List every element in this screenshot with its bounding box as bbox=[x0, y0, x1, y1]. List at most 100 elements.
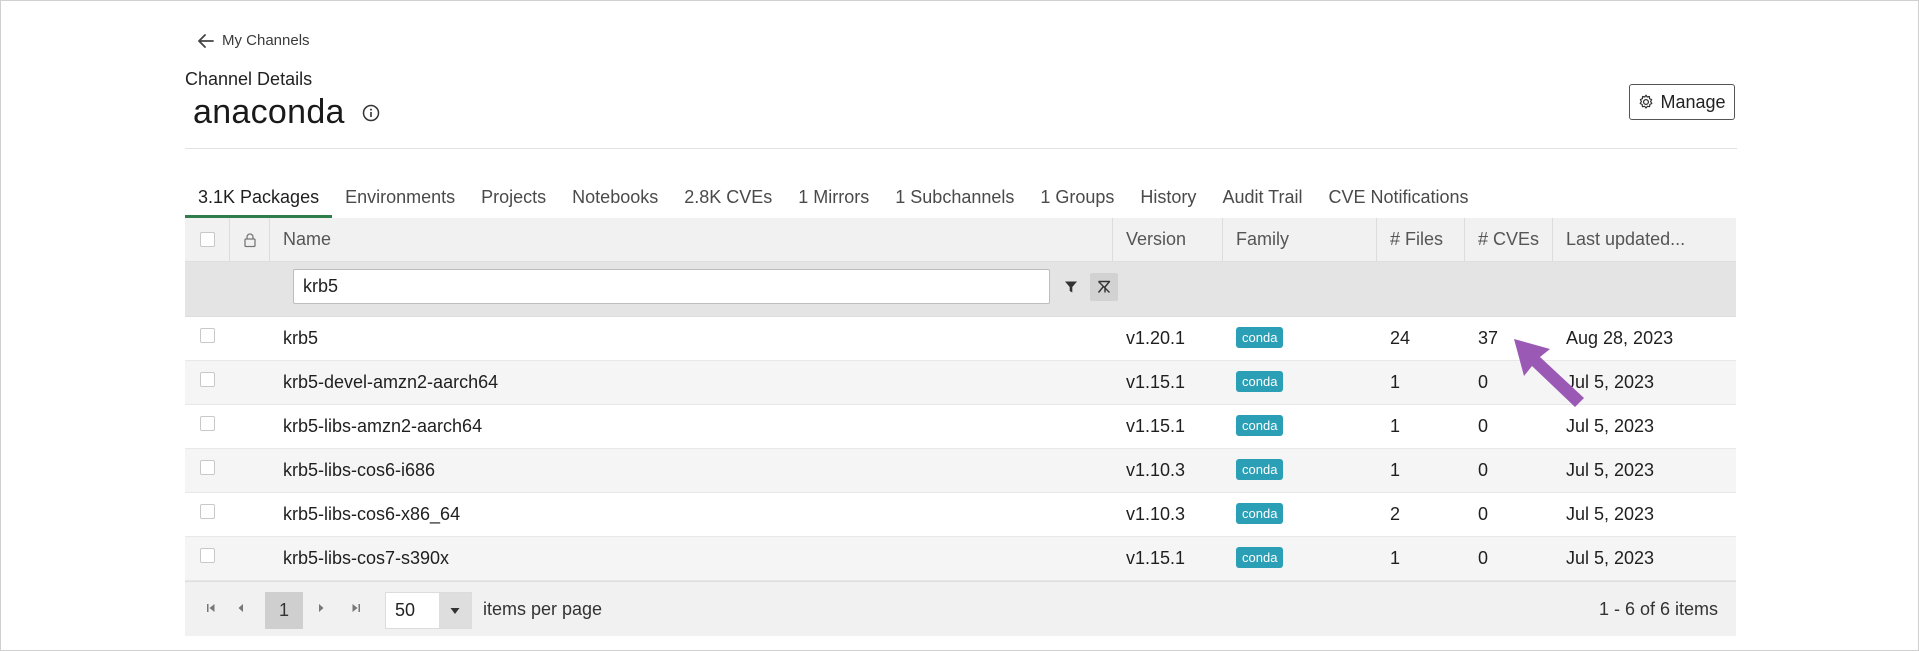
row-lock-cell bbox=[230, 449, 270, 492]
title-row: anaconda bbox=[193, 93, 381, 132]
row-checkbox[interactable] bbox=[200, 328, 215, 343]
row-lock-cell bbox=[230, 317, 270, 360]
items-per-page-label: items per page bbox=[483, 598, 603, 619]
package-name[interactable]: krb5 bbox=[270, 317, 1113, 360]
family-cell: conda bbox=[1223, 449, 1377, 492]
row-checkbox[interactable] bbox=[200, 416, 215, 431]
row-select-cell bbox=[185, 537, 230, 580]
column-header-updated[interactable]: Last updated... bbox=[1553, 218, 1736, 261]
name-filter-input[interactable] bbox=[293, 269, 1050, 304]
manage-button[interactable]: Manage bbox=[1629, 84, 1735, 120]
table-row[interactable]: krb5 v1.20.1 conda 24 37 Aug 28, 2023 bbox=[185, 317, 1736, 361]
page-size-dropdown[interactable]: 50 bbox=[385, 592, 472, 629]
table-row[interactable]: krb5-libs-amzn2-aarch64 v1.15.1 conda 1 0 Jul… bbox=[185, 405, 1736, 449]
tab-groups[interactable]: 1 Groups bbox=[1027, 182, 1127, 218]
last-updated: Jul 5, 2023 bbox=[1566, 416, 1655, 436]
cve-count: 0 bbox=[1478, 416, 1489, 436]
clear-filter-button[interactable] bbox=[1090, 273, 1118, 301]
tab-subchannels[interactable]: 1 Subchannels bbox=[882, 182, 1027, 218]
row-select-cell bbox=[185, 493, 230, 536]
info-icon[interactable] bbox=[361, 103, 381, 123]
family-cell: conda bbox=[1223, 537, 1377, 580]
column-header-family[interactable]: Family bbox=[1223, 218, 1377, 261]
page-size-value: 50 bbox=[395, 600, 416, 620]
row-lock-cell bbox=[230, 493, 270, 536]
chevron-left-icon bbox=[238, 604, 243, 612]
package-version: v1.10.3 bbox=[1126, 460, 1186, 480]
tab-k-cves[interactable]: 2.8K CVEs bbox=[671, 182, 785, 218]
pager: 1 50 items per page 1 - 6 of 6 items bbox=[185, 581, 1736, 636]
file-count: 2 bbox=[1390, 504, 1401, 524]
package-name[interactable]: krb5-devel-amzn2-aarch64 bbox=[270, 361, 1113, 404]
row-lock-cell bbox=[230, 537, 270, 580]
last-updated: Jul 5, 2023 bbox=[1566, 548, 1655, 568]
package-name[interactable]: krb5-libs-cos6-x86_64 bbox=[270, 493, 1113, 536]
tab-cve-notifications[interactable]: CVE Notifications bbox=[1315, 182, 1481, 218]
clear-filter-icon bbox=[1097, 280, 1111, 293]
select-all-checkbox[interactable] bbox=[199, 232, 215, 247]
package-name[interactable]: krb5-libs-cos6-i686 bbox=[270, 449, 1113, 492]
lock-icon bbox=[243, 232, 256, 247]
column-header-name[interactable]: Name bbox=[270, 218, 1113, 261]
previous-page-button[interactable] bbox=[232, 599, 250, 617]
family-badge: conda bbox=[1236, 414, 1284, 436]
package-version: v1.20.1 bbox=[1126, 328, 1186, 348]
package-name[interactable]: krb5-libs-cos7-s390x bbox=[270, 537, 1113, 580]
package-version: v1.15.1 bbox=[1126, 416, 1186, 436]
package-version: v1.15.1 bbox=[1126, 372, 1186, 392]
column-header-files[interactable]: # Files bbox=[1377, 218, 1465, 261]
column-header-cves[interactable]: # CVEs bbox=[1465, 218, 1553, 261]
tab-history[interactable]: History bbox=[1127, 182, 1209, 218]
tab-audit-trail[interactable]: Audit Trail bbox=[1209, 182, 1315, 218]
row-select-cell bbox=[185, 317, 230, 360]
row-checkbox[interactable] bbox=[200, 548, 215, 563]
current-page-button[interactable]: 1 bbox=[265, 592, 303, 629]
file-count: 1 bbox=[1390, 548, 1401, 568]
table-row[interactable]: krb5-libs-cos7-s390x v1.15.1 conda 1 0 Jul 5,… bbox=[185, 537, 1736, 581]
file-count: 1 bbox=[1390, 372, 1401, 392]
table-row[interactable]: krb5-devel-amzn2-aarch64 v1.15.1 conda 1 0 Ju… bbox=[185, 361, 1736, 405]
tab-environments[interactable]: Environments bbox=[332, 182, 468, 218]
first-page-button[interactable] bbox=[202, 599, 220, 617]
row-select-cell bbox=[185, 361, 230, 404]
last-page-button[interactable] bbox=[347, 599, 365, 617]
tab-mirrors[interactable]: 1 Mirrors bbox=[785, 182, 882, 218]
tab-notebooks[interactable]: Notebooks bbox=[559, 182, 671, 218]
tab-projects[interactable]: Projects bbox=[468, 182, 559, 218]
cve-count: 0 bbox=[1478, 460, 1489, 480]
back-link-label: My Channels bbox=[222, 32, 310, 49]
breadcrumb: Channel Details bbox=[185, 69, 313, 89]
family-badge: conda bbox=[1236, 546, 1284, 568]
cve-count: 0 bbox=[1478, 548, 1489, 568]
back-link[interactable]: My Channels bbox=[198, 32, 310, 49]
table-row[interactable]: krb5-libs-cos6-x86_64 v1.10.3 conda 2 0 Jul 5… bbox=[185, 493, 1736, 537]
row-select-cell bbox=[185, 449, 230, 492]
last-updated: Jul 5, 2023 bbox=[1566, 504, 1655, 524]
family-cell: conda bbox=[1223, 317, 1377, 360]
cve-count: 0 bbox=[1478, 504, 1489, 524]
callout-arrow-icon bbox=[1514, 339, 1584, 407]
next-page-button[interactable] bbox=[312, 599, 330, 617]
column-header-version[interactable]: Version bbox=[1113, 218, 1223, 261]
row-checkbox[interactable] bbox=[200, 504, 215, 519]
family-badge: conda bbox=[1236, 326, 1284, 348]
row-select-cell bbox=[185, 405, 230, 448]
tab-k-packages[interactable]: 3.1K Packages bbox=[185, 182, 333, 218]
row-checkbox[interactable] bbox=[200, 372, 215, 387]
row-checkbox[interactable] bbox=[200, 460, 215, 475]
family-cell: conda bbox=[1223, 405, 1377, 448]
chevron-right-icon bbox=[319, 604, 324, 612]
manage-button-label: Manage bbox=[1660, 91, 1726, 112]
package-name[interactable]: krb5-libs-amzn2-aarch64 bbox=[270, 405, 1113, 448]
table-row[interactable]: krb5-libs-cos6-i686 v1.10.3 conda 1 0 Jul 5, … bbox=[185, 449, 1736, 493]
package-version: v1.10.3 bbox=[1126, 504, 1186, 524]
arrow-left-icon bbox=[198, 33, 214, 48]
file-count: 1 bbox=[1390, 460, 1401, 480]
filter-button[interactable] bbox=[1057, 273, 1085, 301]
select-all-cell bbox=[185, 218, 230, 261]
page-size-arrow[interactable] bbox=[439, 593, 471, 628]
row-lock-cell bbox=[230, 405, 270, 448]
package-version: v1.15.1 bbox=[1126, 548, 1186, 568]
header-divider bbox=[185, 148, 1737, 149]
file-count: 1 bbox=[1390, 416, 1401, 436]
